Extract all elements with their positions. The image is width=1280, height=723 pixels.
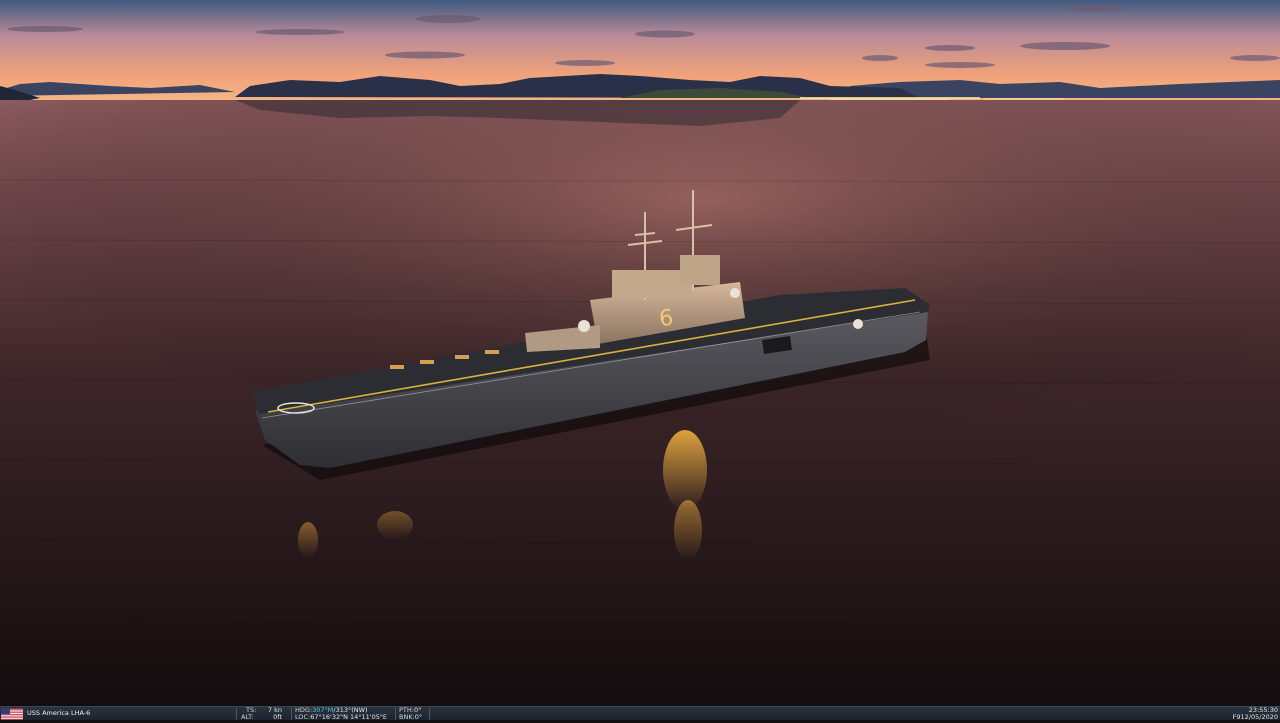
unit-name: USS America LHA-6 (27, 709, 91, 717)
divider (395, 708, 396, 720)
us-flag-icon (1, 708, 23, 720)
game-viewport[interactable]: 6 (0, 0, 1280, 706)
heading-location-readout: HDG:307°M/313°(NW) LOC:67°16'32"N 14°11'… (295, 707, 395, 721)
clock-readout: 23:55:30 F912/05/2020 (1200, 707, 1278, 721)
divider (429, 708, 430, 720)
hull-number: 6 (658, 306, 675, 332)
speed-altitude-readout: TS: 7 kn ALT: 0ft (240, 707, 290, 721)
divider (291, 708, 292, 720)
attitude-readout: PTH:0° BNK:0° (399, 707, 429, 721)
scene-render: 6 (0, 0, 1280, 706)
status-bar: USS America LHA-6 TS: 7 kn ALT: 0ft HDG:… (0, 706, 1280, 721)
divider (236, 708, 237, 720)
